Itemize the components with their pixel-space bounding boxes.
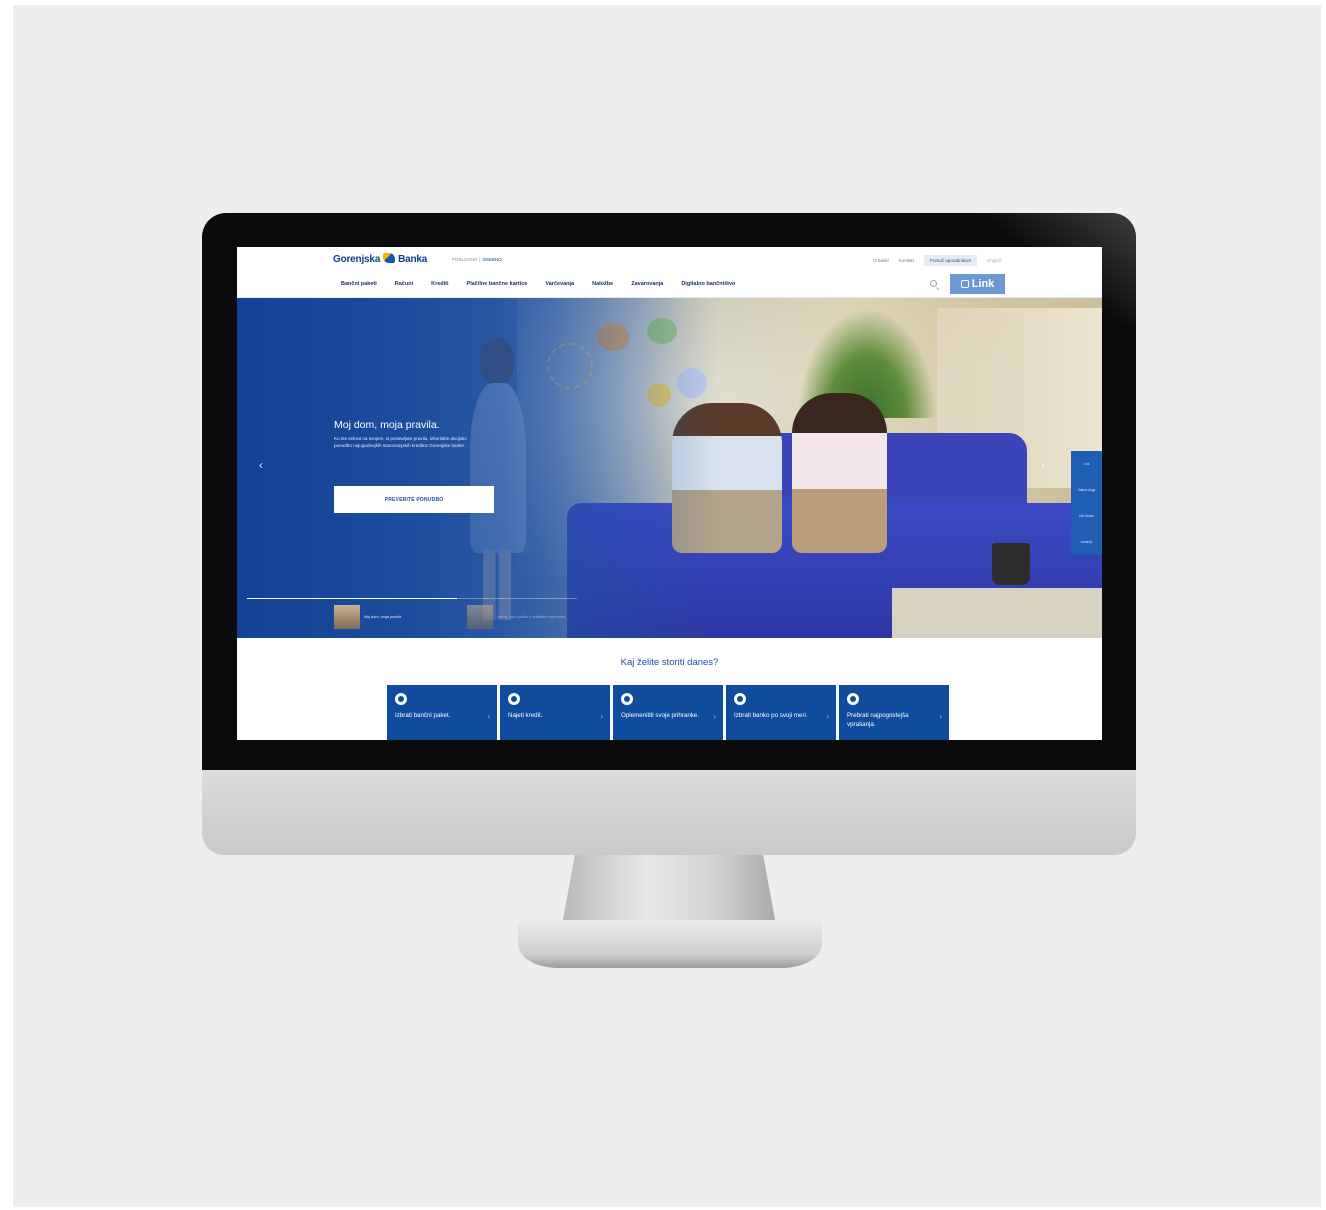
top-links: O banki Kontakt Pomoč uporabnikom Englis… <box>873 255 1002 266</box>
card-label: Izbrati bančni paket. <box>395 712 451 719</box>
section-heading: Kaj želite storiti danes? <box>620 657 719 668</box>
hero-woman <box>792 393 887 553</box>
segment-business[interactable]: POSLOVNO <box>452 257 477 262</box>
monitor-chin <box>202 770 1136 855</box>
language-link[interactable]: English <box>987 258 1002 263</box>
nav-item-insurance[interactable]: Zavarovanja <box>631 281 663 287</box>
logo-text-right: Banka <box>398 254 428 265</box>
thumb-image <box>334 605 360 629</box>
logo-text-left: Gorenjska <box>333 254 381 265</box>
quick-access-panel: Link Stalna vloga Klic banke Lokacije <box>1071 451 1102 555</box>
card-label: Najeti kredit. <box>508 712 543 719</box>
contact-link[interactable]: Kontakt <box>899 258 914 263</box>
savings-icon <box>621 693 633 705</box>
nav-item-accounts[interactable]: Računi <box>395 281 413 287</box>
help-link[interactable]: Pomoč uporabnikom <box>923 255 978 266</box>
loan-icon <box>508 693 520 705</box>
main-navigation: Bančni paketi Računi Krediti Plačilne ba… <box>237 271 1102 298</box>
website-screen: Gorenjska Banka POSLOVNO | OSEBNO O banki K… <box>237 247 1102 740</box>
hero-cta-button[interactable]: PREVERITE PONUDBO <box>334 486 494 513</box>
carousel-next-icon[interactable]: › <box>1041 458 1045 472</box>
search-icon[interactable] <box>930 280 937 287</box>
thumb-label: Varna, hitra plačila z mobilnim telefono… <box>497 615 566 619</box>
nav-item-packages[interactable]: Bančni paketi <box>341 281 377 287</box>
card-label: Oplemenititi svoje prihranke. <box>621 712 700 719</box>
card-bank-package[interactable]: Izbrati bančni paket. › <box>387 685 497 740</box>
hero-text-block: Moj dom, moja pravila. Ko ste enkrat na … <box>334 419 474 449</box>
quick-link-deposit[interactable]: Stalna vloga <box>1078 488 1096 492</box>
bank-icon <box>734 693 746 705</box>
thumb-label: Moj dom, moja pravila. <box>364 615 403 619</box>
bank-logo[interactable]: Gorenjska Banka <box>333 253 427 265</box>
hero-table <box>892 588 1102 638</box>
about-link[interactable]: O banki <box>873 258 889 263</box>
faq-icon <box>847 693 859 705</box>
segment-separator: | <box>479 257 481 262</box>
card-savings[interactable]: Oplemenititi svoje prihranke. › <box>613 685 723 740</box>
hero-carousel: Moj dom, moja pravila. Ko ste enkrat na … <box>237 298 1102 638</box>
thumb-image <box>467 605 493 629</box>
chevron-right-icon: › <box>713 712 716 721</box>
card-loan[interactable]: Najeti kredit. › <box>500 685 610 740</box>
package-icon <box>395 693 407 705</box>
quick-link-call[interactable]: Klic banke <box>1079 514 1094 518</box>
link-login-button[interactable]: Link <box>950 274 1005 294</box>
nav-item-investments[interactable]: Naložbe <box>592 281 613 287</box>
card-custom-bank[interactable]: Izbrati banko po svoji meri. › <box>726 685 836 740</box>
top-bar: Gorenjska Banka POSLOVNO | OSEBNO O banki K… <box>237 247 1102 271</box>
chevron-right-icon: › <box>826 712 829 721</box>
logo-mark-icon <box>383 253 396 263</box>
monitor-stand-base <box>518 920 822 968</box>
card-faq[interactable]: Prebrati najpogostejša vprašanja. › <box>839 685 949 740</box>
hero-mug <box>992 543 1030 585</box>
carousel-thumb-1[interactable]: Moj dom, moja pravila. <box>334 605 402 629</box>
chevron-right-icon: › <box>939 712 942 721</box>
carousel-thumb-2[interactable]: Varna, hitra plačila z mobilnim telefono… <box>467 605 565 629</box>
chevron-right-icon: › <box>487 712 490 721</box>
nav-item-cards[interactable]: Plačilne bančne kartice <box>467 281 528 287</box>
nav-menu: Bančni paketi Računi Krediti Plačilne ba… <box>341 281 735 287</box>
segment-private[interactable]: OSEBNO <box>482 257 501 262</box>
nav-item-loans[interactable]: Krediti <box>431 281 448 287</box>
chevron-right-icon: › <box>600 712 603 721</box>
carousel-progress <box>247 598 577 599</box>
carousel-progress-fill <box>247 598 457 599</box>
monitor-stand-neck <box>562 855 776 925</box>
link-label: Link <box>971 278 995 290</box>
quick-link-locations[interactable]: Lokacije <box>1081 540 1093 544</box>
hero-overlay <box>237 298 717 638</box>
card-label: Prebrati najpogostejša vprašanja. <box>847 712 909 728</box>
quick-link-link[interactable]: Link <box>1084 462 1090 466</box>
card-label: Izbrati banko po svoji meri. <box>734 712 808 719</box>
hero-title: Moj dom, moja pravila. <box>334 419 440 431</box>
carousel-prev-icon[interactable]: ‹ <box>259 458 263 472</box>
hero-body: Ko ste enkrat na svojem, si postavljate … <box>334 436 467 449</box>
segment-switch: POSLOVNO | OSEBNO <box>452 257 502 262</box>
nav-item-digital[interactable]: Digitalno bančništvo <box>681 281 735 287</box>
nav-item-savings[interactable]: Varčevanja <box>545 281 574 287</box>
link-logo-icon <box>960 280 969 288</box>
carousel-thumbnails: Moj dom, moja pravila. Varna, hitra plač… <box>247 598 587 629</box>
action-cards: Izbrati bančni paket. › Najeti kredit. ›… <box>387 685 949 740</box>
